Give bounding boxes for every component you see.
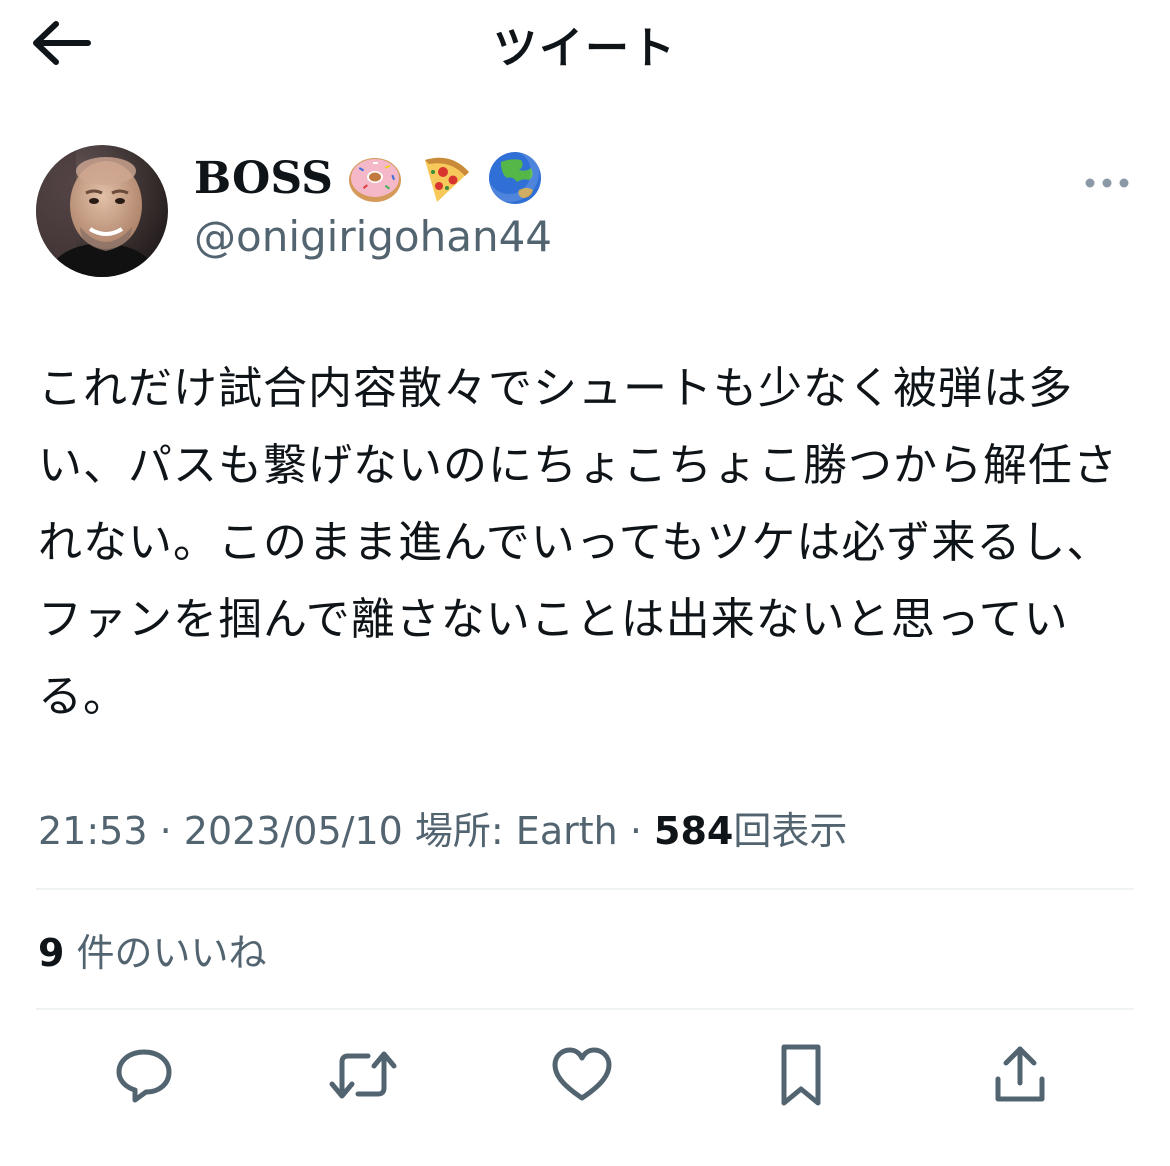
retweet-icon bbox=[329, 1051, 397, 1099]
tweet-detail-page: ツイート BOSS @onigirigohan44 これだけ試合内容散々でシュー… bbox=[0, 0, 1170, 1166]
divider bbox=[36, 1008, 1134, 1010]
tweet-meta: 21:53 · 2023/05/10 場所: Earth · 584回表示 bbox=[38, 800, 847, 855]
bookmark-icon bbox=[781, 1044, 821, 1106]
page-title: ツイート bbox=[493, 23, 677, 74]
ellipsis-icon bbox=[1085, 178, 1129, 188]
retweet-button[interactable] bbox=[328, 1040, 398, 1110]
display-name: BOSS bbox=[194, 152, 333, 204]
likes-count: 9 bbox=[38, 931, 65, 975]
reply-icon bbox=[116, 1049, 172, 1103]
divider bbox=[36, 888, 1134, 890]
reply-button[interactable] bbox=[109, 1040, 179, 1110]
pizza-emoji bbox=[424, 157, 469, 202]
share-button[interactable] bbox=[985, 1040, 1055, 1110]
bookmark-button[interactable] bbox=[766, 1040, 836, 1110]
avatar[interactable] bbox=[36, 145, 168, 277]
like-button[interactable] bbox=[547, 1040, 617, 1110]
profile-photo bbox=[36, 145, 168, 277]
views-count[interactable]: 584 bbox=[654, 809, 733, 853]
likes-summary[interactable]: 9 件のいいね bbox=[38, 922, 267, 977]
likes-label: 件のいいね bbox=[76, 931, 267, 975]
tweet-text: これだけ試合内容散々でシュートも少なく被弾は多い、パスも繋げないのにちょこちょこ… bbox=[38, 363, 1118, 722]
like-icon bbox=[552, 1047, 612, 1101]
views-label: 回表示 bbox=[733, 809, 848, 853]
author-name[interactable]: BOSS bbox=[194, 150, 543, 206]
author-handle[interactable]: @onigirigohan44 bbox=[194, 212, 552, 261]
tweet-location[interactable]: 場所: Earth bbox=[415, 809, 618, 853]
doughnut-emoji bbox=[348, 158, 401, 202]
meta-separator: · bbox=[159, 809, 172, 853]
meta-separator: · bbox=[629, 809, 642, 853]
tweet-time[interactable]: 21:53 bbox=[38, 809, 148, 853]
globe-asia-australia-emoji bbox=[486, 150, 541, 204]
tweet-date[interactable]: 2023/05/10 bbox=[184, 809, 403, 853]
more-options-button[interactable] bbox=[1080, 168, 1134, 198]
share-icon bbox=[995, 1046, 1045, 1102]
top-bar: ツイート bbox=[0, 0, 1170, 90]
